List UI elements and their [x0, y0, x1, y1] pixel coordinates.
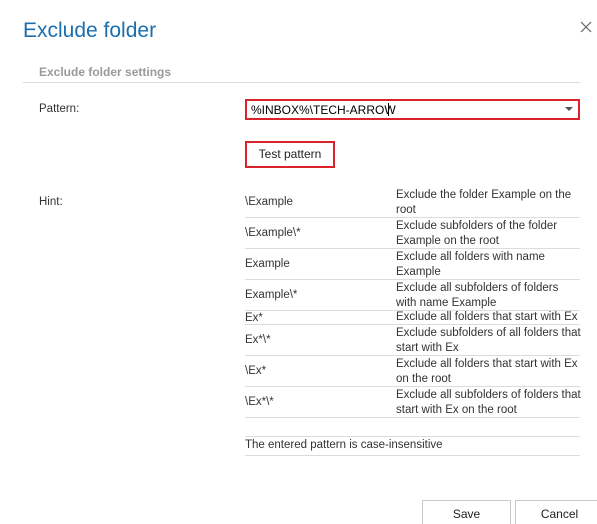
hint-description: Exclude subfolders of all folders that s… [396, 327, 581, 354]
hint-description: Exclude subfolders of the folder Example… [396, 220, 558, 247]
hint-pattern: \Example\* [245, 227, 301, 239]
text-cursor [388, 103, 389, 116]
close-icon[interactable] [579, 20, 593, 34]
hint-pattern: Ex*\* [245, 334, 271, 346]
section-title: Exclude folder settings [39, 65, 172, 79]
hint-description: Exclude all folders that start with Ex [396, 311, 578, 323]
save-button[interactable]: Save [422, 500, 511, 524]
hint-row: \Ex* Exclude all folders that start with… [245, 356, 580, 387]
pattern-value: %INBOX%\TECH-ARROW [251, 103, 396, 117]
hint-pattern: Ex* [245, 311, 263, 324]
case-insensitive-note: The entered pattern is case-insensitive [245, 436, 580, 456]
hint-row: Ex* Exclude all folders that start with … [245, 311, 580, 325]
hint-pattern: Example\* [245, 289, 298, 301]
dialog-title: Exclude folder [23, 19, 157, 42]
hint-description: Exclude the folder Example on the root [396, 189, 572, 216]
chevron-down-icon[interactable] [565, 107, 573, 111]
hint-row: Example Exclude all folders with name Ex… [245, 249, 580, 280]
cancel-button[interactable]: Cancel [515, 500, 597, 524]
test-pattern-button[interactable]: Test pattern [245, 141, 335, 168]
section-header: Exclude folder settings [23, 62, 580, 83]
hint-pattern: \Example [245, 196, 293, 208]
hint-row: Ex*\* Exclude subfolders of all folders … [245, 325, 581, 356]
hint-pattern: \Ex*\* [245, 396, 274, 408]
hint-description: Exclude all subfolders of folders with n… [396, 282, 559, 309]
exclude-folder-dialog: Exclude folder Exclude folder settings P… [0, 0, 597, 524]
hint-row: \Example Exclude the folder Example on t… [245, 187, 580, 218]
pattern-label: Pattern: [39, 103, 80, 115]
hint-row: \Example\* Exclude subfolders of the fol… [245, 218, 580, 249]
hint-table: \Example Exclude the folder Example on t… [245, 187, 581, 418]
hint-row: Example\* Exclude all subfolders of fold… [245, 280, 580, 311]
hint-label: Hint: [39, 196, 63, 208]
hint-description: Exclude all folders with name Example [396, 251, 545, 278]
hint-pattern: \Ex* [245, 365, 267, 377]
hint-description: Exclude all subfolders of folders that s… [396, 389, 581, 416]
pattern-select[interactable]: %INBOX%\TECH-ARROW [245, 99, 580, 120]
hint-row: \Ex*\* Exclude all subfolders of folders… [245, 387, 581, 418]
hint-pattern: Example [245, 258, 290, 270]
hint-description: Exclude all folders that start with Ex o… [396, 358, 578, 385]
